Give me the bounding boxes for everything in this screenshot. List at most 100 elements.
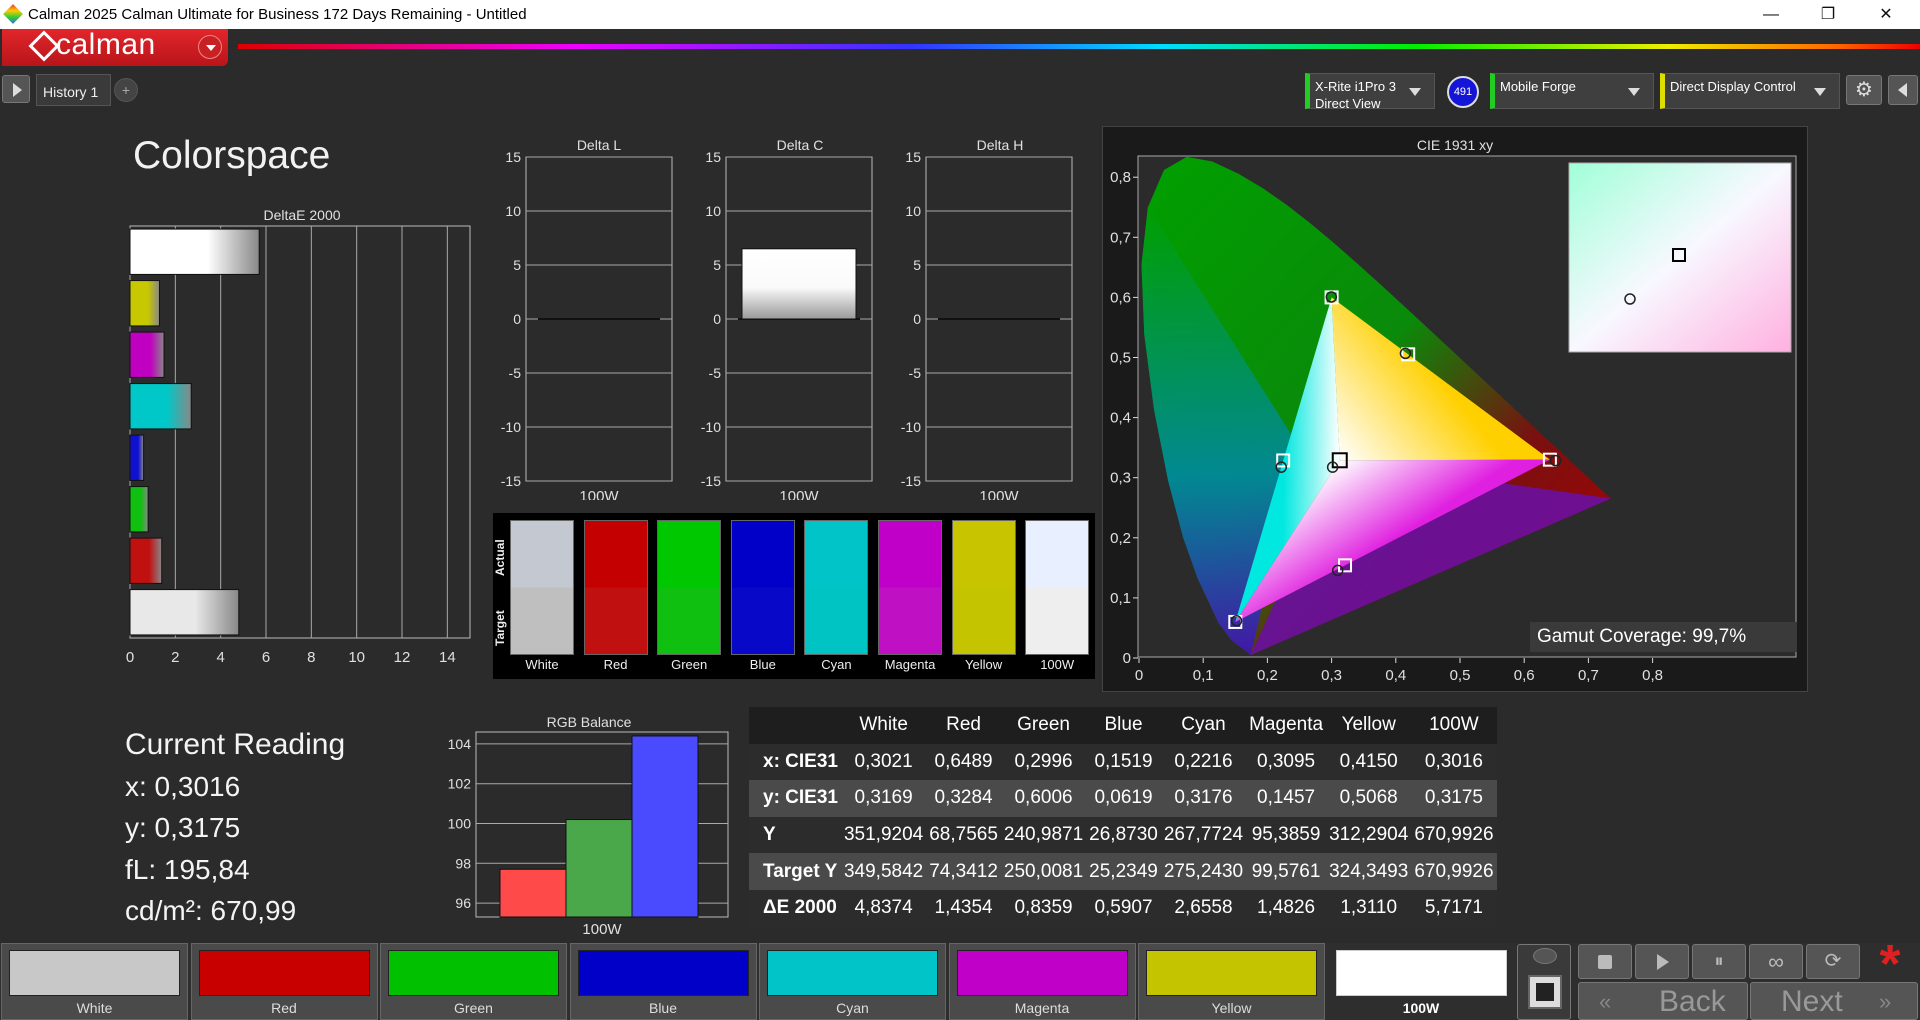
reading-fl: fL: 195,84 (125, 853, 250, 885)
table-cell: 275,2430 (1160, 853, 1247, 890)
chevron-down-icon[interactable] (198, 35, 222, 59)
actual-target-panel: Actual Target White Red Green Blue Cyan Magen… (493, 513, 1095, 679)
hold-button[interactable]: ⏸ (1692, 944, 1746, 979)
calman-logo-icon (28, 30, 60, 62)
cie-chart: 0 0,1 0,2 0,3 0,4 0,5 0,6 0,7 0,8 0 0,1 0,2 0,3 0,4 0,… (1110, 155, 1797, 684)
next-label: Next (1781, 985, 1843, 1018)
deltae-tick-label: 4 (216, 649, 224, 666)
patch-color (198, 950, 370, 996)
delta-tick-label: -15 (501, 473, 521, 489)
delta-xlabel: 100W (979, 488, 1019, 500)
next-button[interactable]: Next » (1750, 982, 1918, 1020)
stop-button[interactable] (1578, 944, 1632, 979)
row-header: Y (749, 816, 841, 854)
deltae-bar-yellow (129, 280, 160, 327)
stop-measure-button[interactable] (1528, 975, 1562, 1009)
delta-xlabel: 100W (579, 488, 619, 500)
delta-tick-label: 0 (713, 311, 721, 327)
patch-button-yellow[interactable]: Yellow (1138, 943, 1325, 1020)
play-button[interactable] (1635, 944, 1689, 979)
deltae-tick-label: 2 (171, 649, 179, 666)
chevron-down-icon[interactable] (1404, 84, 1426, 98)
delta-bar (741, 248, 857, 320)
table-cell: 0,6489 (926, 743, 1001, 781)
swatch-100w (1025, 520, 1090, 655)
swatch-label: 100W (1040, 657, 1075, 672)
patch-label: Cyan (836, 1000, 869, 1016)
display-selector[interactable]: Direct Display Control (1660, 73, 1840, 109)
asterisk-icon[interactable]: * (1866, 937, 1914, 991)
patch-label: Magenta (1014, 1000, 1070, 1016)
cie-y-tick-label: 0 (1123, 650, 1131, 667)
gamut-coverage: Gamut Coverage: 99,7% (1530, 622, 1797, 652)
patch-label: Yellow (1211, 1000, 1252, 1016)
deltae-chart: 0 2 4 6 8 10 12 14 (126, 225, 471, 666)
chevron-down-icon[interactable] (1809, 84, 1831, 98)
source-selector[interactable]: Mobile Forge (1490, 73, 1654, 109)
cie-y-tick-label: 0,5 (1110, 350, 1131, 367)
refresh-button[interactable]: ⟳ (1806, 944, 1860, 979)
calman-menu-button[interactable]: calman (2, 28, 228, 66)
meter-selector[interactable]: X-Rite i1Pro 3 Direct View (1305, 73, 1435, 111)
chevron-up-icon[interactable] (1533, 948, 1557, 964)
deltae-bar-white (129, 228, 260, 275)
gamut-coverage-value: 99,7% (1692, 626, 1747, 647)
patch-button-red[interactable]: Red (190, 943, 378, 1020)
row-header: ΔE 2000 (749, 889, 841, 927)
double-chevron-right-icon: » (1879, 989, 1892, 1014)
deltae-bar-red (129, 537, 163, 584)
patch-label: Red (271, 1000, 297, 1016)
patch-button-white[interactable]: White (1, 943, 188, 1020)
patch-button-magenta[interactable]: Magenta (948, 943, 1136, 1020)
swatch-label: Green (671, 657, 708, 672)
delta-tick-label: 5 (513, 257, 521, 273)
table-cell: 0,5068 (1326, 780, 1412, 817)
patch-button-cyan[interactable]: Cyan (759, 943, 946, 1020)
meter-badge[interactable]: 491 (1447, 76, 1479, 108)
chevron-down-icon[interactable] (1623, 84, 1645, 98)
cie-y-tick-label: 0,1 (1110, 590, 1131, 607)
delta-tick-label: 10 (905, 203, 921, 219)
table-cell: 324,3493 (1326, 853, 1412, 890)
table-cell: 351,9204 (840, 816, 927, 854)
table-cell: 1,4354 (926, 889, 1001, 927)
delta-tick-label: 10 (705, 203, 721, 219)
swatch-label: Blue (749, 657, 776, 672)
patch-control-panel (1517, 944, 1571, 1020)
delta-tick-label: 15 (505, 150, 521, 165)
continuous-button[interactable]: ∞ (1749, 944, 1803, 979)
minimize-button[interactable]: — (1748, 2, 1794, 28)
add-tab-button[interactable]: + (114, 78, 138, 102)
patch-button-blue[interactable]: Blue (569, 943, 757, 1020)
collapse-right-button[interactable] (1888, 75, 1918, 105)
swatch-label: Yellow (965, 657, 1003, 672)
gamut-coverage-label: Gamut Coverage: (1537, 626, 1687, 647)
patch-label: Green (454, 1000, 493, 1016)
measurement-table: White Red Green Blue Cyan Magenta Yellow 100W x… (749, 707, 1497, 927)
rgb-bar-g (565, 819, 633, 918)
table-cell: 99,5761 (1246, 853, 1327, 890)
deltae-tick-label: 14 (439, 649, 456, 666)
restore-button[interactable]: ❐ (1805, 2, 1851, 28)
stop-icon (1536, 983, 1554, 1001)
deltae-bar-100w (129, 589, 240, 636)
delta-tick-label: 5 (713, 257, 721, 273)
table-cell: 0,2216 (1160, 743, 1247, 781)
table-cell: 25,2349 (1086, 853, 1161, 890)
swatch-yellow (951, 520, 1016, 655)
table-row: x: CIE31 0,3021 0,6489 0,2996 0,1519 0,2216 0,… (749, 743, 1497, 781)
delta-tick-label: -5 (709, 365, 722, 381)
table-cell: 250,0081 (1000, 853, 1087, 890)
patch-button-100w[interactable]: 100W (1327, 943, 1515, 1020)
close-button[interactable]: ✕ (1863, 2, 1909, 28)
sidebar-toggle-button[interactable] (2, 75, 30, 103)
tab-history-1[interactable]: History 1 (36, 74, 111, 106)
back-button[interactable]: « Back (1578, 982, 1748, 1020)
row-header: y: CIE31 (749, 780, 841, 817)
title-bar: Calman 2025 Calman Ultimate for Business… (0, 0, 1920, 29)
patch-label: 100W (1402, 1000, 1440, 1016)
patch-color (388, 950, 559, 996)
patch-button-green[interactable]: Green (380, 943, 567, 1020)
table-cell: 0,2996 (1000, 743, 1087, 781)
settings-gear-icon[interactable]: ⚙ (1846, 75, 1882, 105)
